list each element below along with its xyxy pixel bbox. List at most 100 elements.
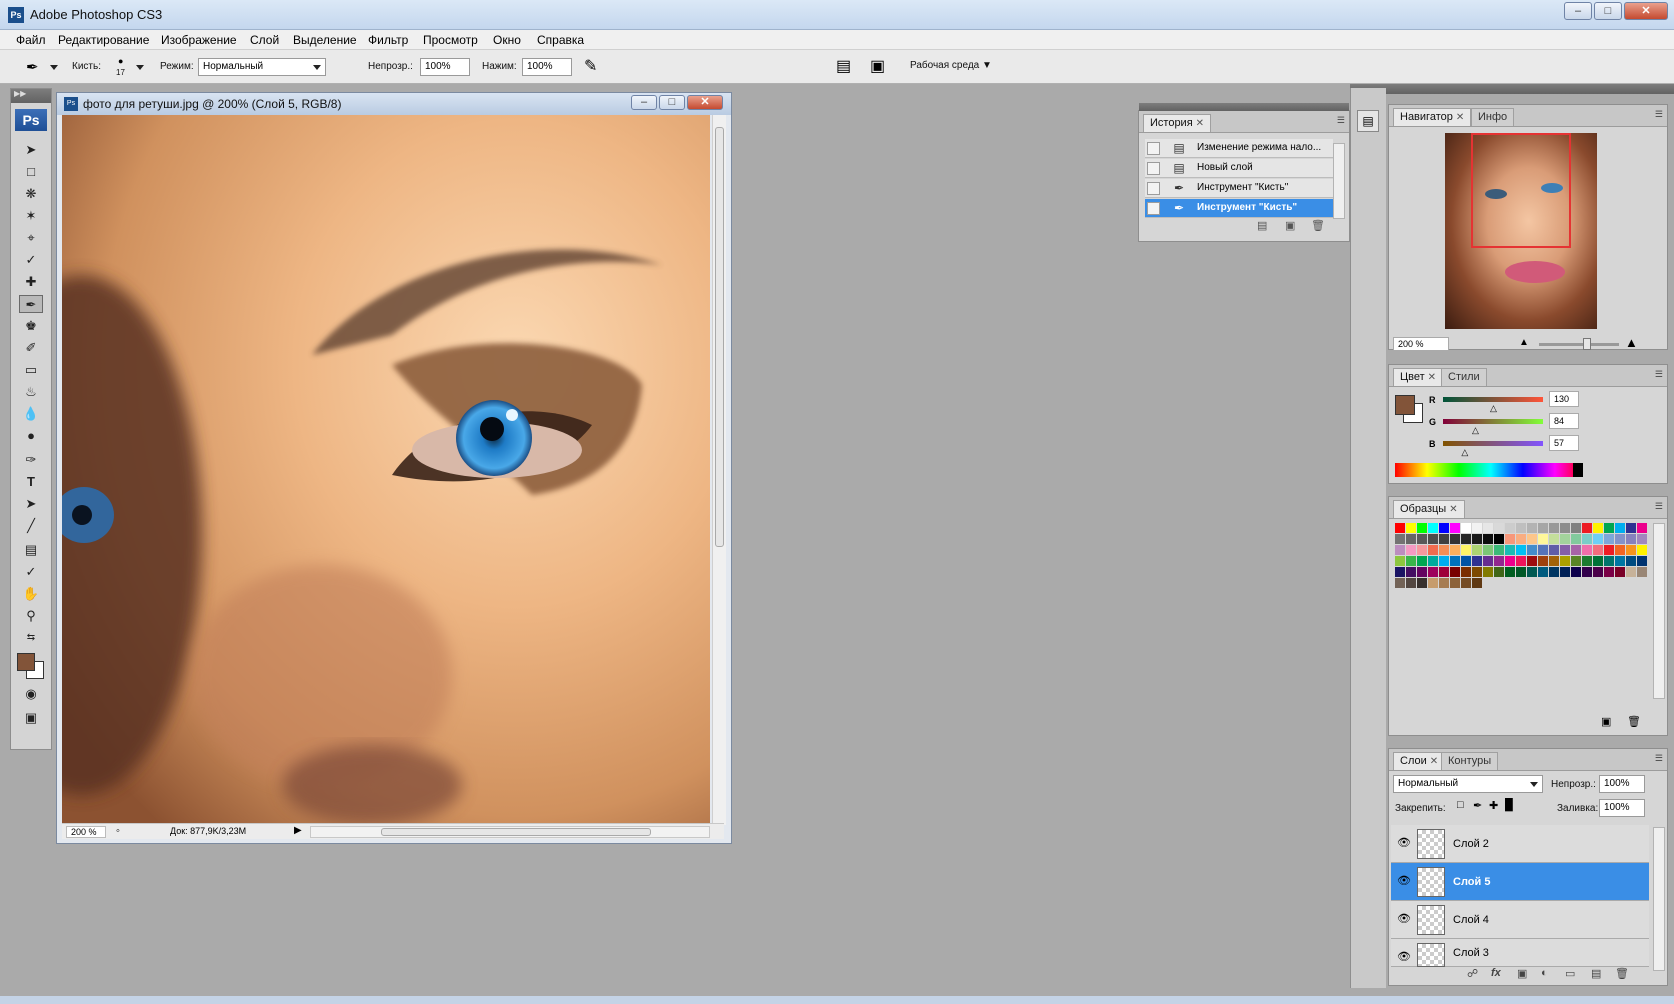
r-slider-handle[interactable]: △ [1490, 403, 1497, 414]
bridge-icon[interactable]: ▣ [870, 56, 885, 76]
color-swatch[interactable] [1593, 556, 1603, 566]
color-swatch[interactable] [1395, 534, 1405, 544]
history-source-checkbox[interactable] [1147, 142, 1160, 155]
brush-preview-icon[interactable]: ● [118, 56, 123, 66]
color-swatch[interactable] [1472, 567, 1482, 577]
tab-paths[interactable]: Контуры [1441, 752, 1499, 770]
screen-mode-icon[interactable]: ▣ [19, 709, 43, 727]
zoom-slider-knob[interactable] [1583, 338, 1591, 350]
color-swatch[interactable] [1494, 523, 1504, 533]
lock-pixels-icon[interactable]: ✒ [1473, 799, 1482, 812]
path-selection-tool-icon[interactable]: ➤ [19, 495, 43, 513]
navigator-zoom-slider[interactable] [1539, 338, 1619, 350]
color-swatch[interactable] [1428, 534, 1438, 544]
airbrush-icon[interactable]: ✎ [584, 56, 597, 76]
color-swatch[interactable] [1472, 534, 1482, 544]
tab-layers[interactable]: Слои ✕ [1393, 752, 1446, 770]
color-swatch[interactable] [1549, 545, 1559, 555]
g-channel-slider[interactable] [1443, 419, 1543, 424]
panel-menu-icon[interactable]: ☰ [1655, 501, 1663, 512]
crop-tool-icon[interactable]: ⌖ [19, 229, 43, 247]
notes-tool-icon[interactable]: ▤ [19, 541, 43, 559]
delete-layer-icon[interactable]: 🗑 [1615, 967, 1629, 980]
color-swatch[interactable] [1494, 567, 1504, 577]
new-layer-icon[interactable]: ▤ [1591, 967, 1601, 980]
color-swatch[interactable] [1428, 556, 1438, 566]
tab-swatches[interactable]: Образцы ✕ [1393, 500, 1465, 518]
eyedropper-tool-icon[interactable]: ✓ [19, 563, 43, 581]
link-layers-icon[interactable]: ☍ [1467, 967, 1478, 980]
history-item-selected[interactable]: ✒ Инструмент "Кисть" [1145, 199, 1333, 218]
color-swatch[interactable] [1505, 545, 1515, 555]
color-swatch[interactable] [1417, 523, 1427, 533]
menu-view[interactable]: Просмотр [423, 33, 478, 47]
swap-colors-icon[interactable]: ⇆ [19, 629, 43, 647]
color-swatch[interactable] [1615, 534, 1625, 544]
color-swatch[interactable] [1593, 567, 1603, 577]
vertical-scroll-thumb[interactable] [715, 127, 724, 547]
foreground-color-swatch[interactable] [17, 653, 35, 671]
panel-menu-icon[interactable]: ☰ [1337, 115, 1345, 126]
doc-close-button[interactable]: ✕ [687, 95, 723, 110]
status-info-icon[interactable]: ◦ [116, 825, 120, 837]
horizontal-scrollbar[interactable] [310, 826, 710, 838]
color-swatch[interactable] [1626, 545, 1636, 555]
color-swatch[interactable] [1582, 534, 1592, 544]
color-swatch[interactable] [1615, 556, 1625, 566]
layer-style-icon[interactable]: fx [1491, 967, 1501, 979]
lasso-tool-icon[interactable]: ❋ [19, 185, 43, 203]
layer-opacity-field[interactable]: 100% [1599, 775, 1645, 793]
color-swatch[interactable] [1472, 523, 1482, 533]
menu-window[interactable]: Окно [493, 33, 521, 47]
zoom-in-icon[interactable]: ▲ [1625, 335, 1638, 350]
menu-edit[interactable]: Редактирование [58, 33, 149, 47]
color-swatch[interactable] [1472, 578, 1482, 588]
magic-wand-tool-icon[interactable]: ✶ [19, 207, 43, 225]
color-swatch[interactable] [1637, 523, 1647, 533]
color-swatch[interactable] [1527, 545, 1537, 555]
color-swatch[interactable] [1395, 578, 1405, 588]
color-swatch[interactable] [1538, 545, 1548, 555]
color-swatch[interactable] [1571, 523, 1581, 533]
color-swatch[interactable] [1450, 567, 1460, 577]
color-swatch[interactable] [1527, 567, 1537, 577]
menu-image[interactable]: Изображение [161, 33, 237, 47]
visibility-eye-icon[interactable]: 👁 [1397, 875, 1411, 887]
color-swatch[interactable] [1571, 567, 1581, 577]
color-swatch[interactable] [1527, 556, 1537, 566]
history-brush-tool-icon[interactable]: ✐ [19, 339, 43, 357]
eraser-tool-icon[interactable]: ▭ [19, 361, 43, 379]
color-swatch[interactable] [1406, 534, 1416, 544]
fill-field[interactable]: 100% [1599, 799, 1645, 817]
color-swatch[interactable] [1582, 523, 1592, 533]
color-swatch[interactable] [1494, 545, 1504, 555]
color-swatch[interactable] [1428, 567, 1438, 577]
color-swatch[interactable] [1406, 567, 1416, 577]
move-tool-icon[interactable]: ➤ [19, 141, 43, 159]
history-panel-icon[interactable]: ▤ [1357, 110, 1379, 132]
panel-menu-icon[interactable]: ☰ [1655, 753, 1663, 764]
color-swatch[interactable] [1439, 523, 1449, 533]
zoom-out-icon[interactable]: ▲ [1519, 337, 1529, 348]
color-swatch[interactable] [1626, 556, 1636, 566]
color-swatch[interactable] [1527, 534, 1537, 544]
color-swatch[interactable] [1637, 567, 1647, 577]
doc-maximize-button[interactable]: □ [659, 95, 685, 110]
navigator-thumbnail[interactable] [1445, 133, 1597, 329]
brush-tool-icon[interactable]: ✒ [19, 295, 43, 313]
color-swatch[interactable] [1450, 523, 1460, 533]
photoshop-logo[interactable]: Ps [15, 109, 47, 131]
blur-tool-icon[interactable]: 💧 [19, 405, 43, 423]
color-swatch[interactable] [1417, 534, 1427, 544]
color-swatch[interactable] [1582, 567, 1592, 577]
color-swatch[interactable] [1516, 523, 1526, 533]
color-swatch[interactable] [1615, 567, 1625, 577]
color-swatch[interactable] [1615, 545, 1625, 555]
layer-mask-icon[interactable]: ▣ [1517, 967, 1527, 980]
menu-select[interactable]: Выделение [293, 33, 357, 47]
b-slider-handle[interactable]: △ [1461, 447, 1468, 458]
color-swatch[interactable] [1538, 523, 1548, 533]
pen-tool-icon[interactable]: ✑ [19, 451, 43, 469]
color-swatch[interactable] [1516, 567, 1526, 577]
tools-panel-grip[interactable]: ▶▶ [11, 89, 51, 103]
